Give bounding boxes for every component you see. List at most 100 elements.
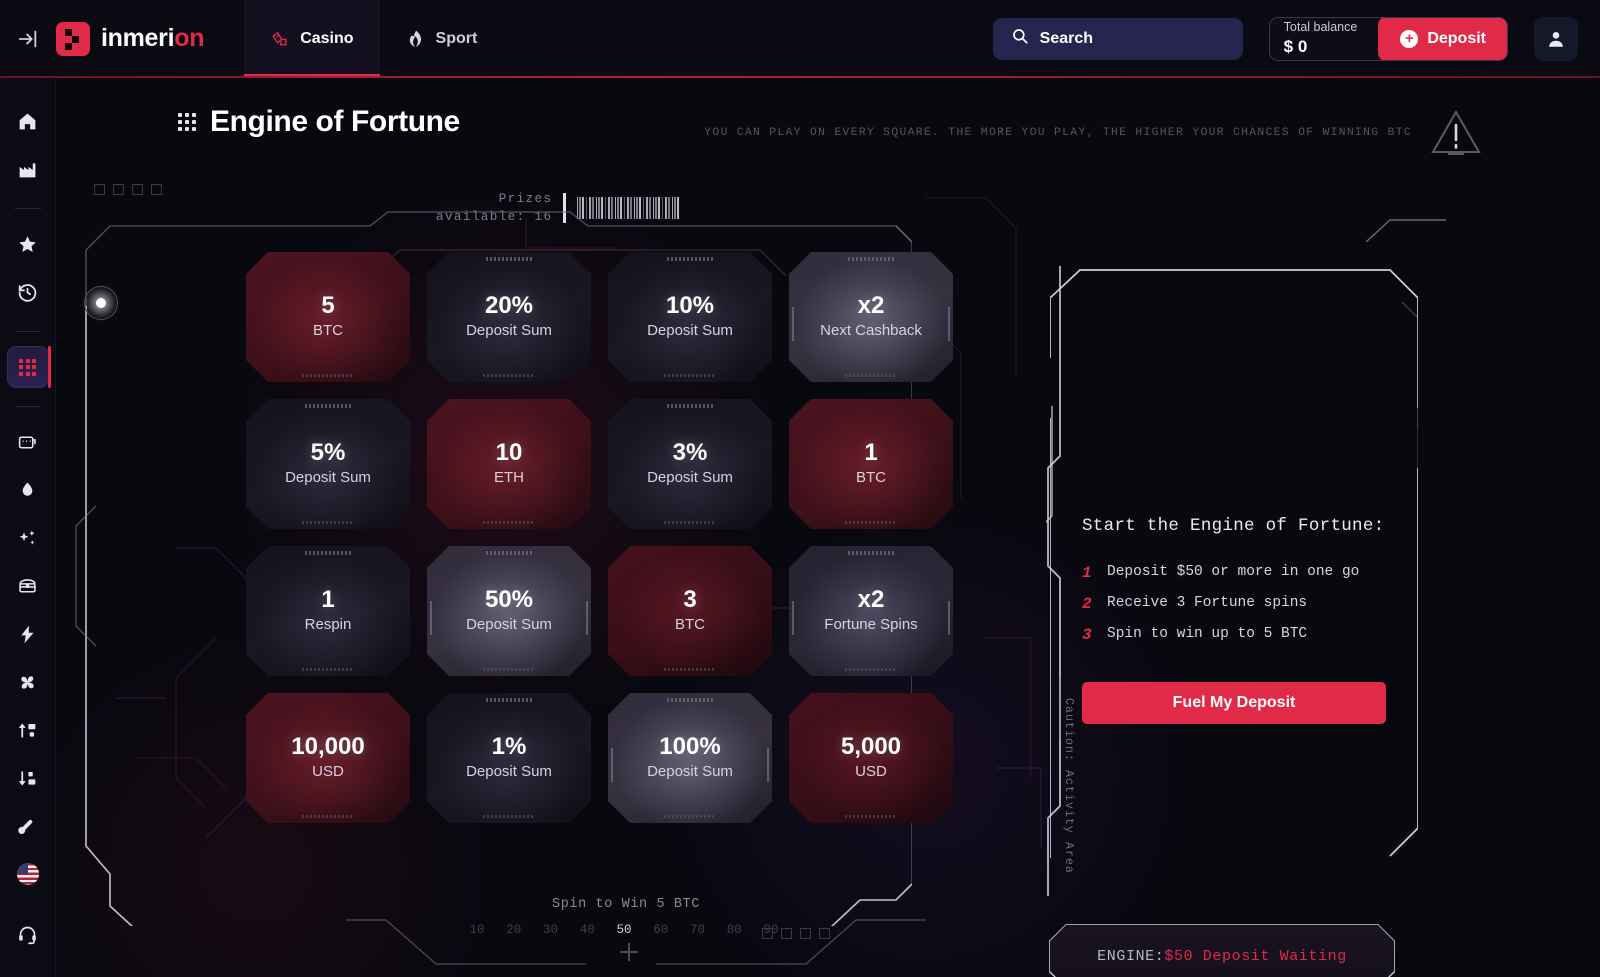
sidebar-item-favorites[interactable] (7, 223, 49, 265)
prize-tile[interactable]: 5 BTC (246, 252, 410, 382)
prize-tile[interactable]: 10% Deposit Sum (608, 252, 772, 382)
sidebar-item-bonus[interactable] (7, 565, 49, 607)
sort-ascending-icon (17, 720, 38, 741)
prize-tile[interactable]: 100% Deposit Sum (608, 693, 772, 823)
sidebar-item-providers[interactable] (7, 148, 49, 190)
sidebar-item-all-games[interactable] (6, 346, 51, 388)
sidebar-item-history[interactable] (7, 271, 49, 313)
gauge-tick: 60 (653, 923, 669, 937)
nav-item-casino[interactable]: Casino (244, 0, 380, 77)
prize-value: 5 (321, 292, 335, 320)
prize-tile[interactable]: 20% Deposit Sum (427, 252, 591, 382)
sidebar-item-home[interactable] (7, 100, 49, 142)
prize-tile[interactable]: 1 Respin (246, 546, 410, 676)
tile-bottom-marker (845, 374, 897, 377)
tile-top-marker (667, 698, 713, 702)
left-sidebar (0, 78, 56, 977)
prize-tile[interactable]: 1% Deposit Sum (427, 693, 591, 823)
tile-top-marker (305, 551, 351, 555)
tile-side-marker (948, 306, 950, 341)
tile-bottom-marker (483, 521, 535, 524)
steps-list: 1 Deposit $50 or more in one go 2 Receive 3… (1082, 558, 1388, 652)
sidebar-item-sort-desc[interactable] (7, 757, 49, 799)
tile-corner-notch (569, 507, 591, 529)
tile-bottom-marker (664, 815, 716, 818)
prize-label: Deposit Sum (647, 763, 733, 781)
prize-label: USD (312, 763, 344, 781)
prize-tile[interactable]: 3% Deposit Sum (608, 399, 772, 529)
tile-side-marker (792, 306, 794, 341)
prize-tile[interactable]: 10 ETH (427, 399, 591, 529)
tile-bottom-marker (845, 668, 897, 671)
fuel-my-deposit-button[interactable]: Fuel My Deposit (1082, 681, 1386, 724)
step-text: Receive 3 Fortune spins (1107, 595, 1308, 612)
prize-value: 3% (672, 439, 708, 467)
sidebar-item-fast-games[interactable] (7, 613, 49, 655)
gauge-tick: 50 (616, 923, 632, 937)
sidebar-item-new[interactable] (7, 517, 49, 559)
gauge-label: Spin to Win 5 BTC (552, 897, 700, 912)
prize-value: 20% (484, 292, 534, 320)
prize-tile[interactable]: x2 Fortune Spins (789, 546, 953, 676)
prize-tile[interactable]: 5% Deposit Sum (246, 399, 410, 529)
sidebar-item-spin[interactable] (7, 661, 49, 703)
prize-tile[interactable]: x2 Next Cashback (789, 252, 953, 382)
prize-value: 10 (495, 439, 523, 467)
sidebar-item-hot[interactable] (7, 469, 49, 511)
sidebar-item-sort-asc[interactable] (7, 709, 49, 751)
deposit-button[interactable]: + Deposit (1378, 17, 1507, 60)
prize-label: Deposit Sum (285, 469, 371, 487)
prize-tile[interactable]: 50% Deposit Sum (427, 546, 591, 676)
gauge-tick-scale: 10 20 30 40 50 60 70 80 90 (464, 923, 784, 937)
barcode-graphic (577, 197, 682, 220)
tile-bottom-marker (483, 668, 535, 671)
brand-logo[interactable]: inmerion (56, 0, 244, 77)
prizes-divider (563, 193, 567, 224)
tile-corner-notch (388, 360, 410, 382)
prize-value: 50% (484, 586, 534, 614)
tile-bottom-marker (664, 668, 716, 671)
sidebar-item-slots[interactable] (7, 421, 49, 463)
main-nav: Casino Sport (244, 0, 503, 77)
fan-spin-icon (17, 672, 38, 693)
prize-tile[interactable]: 10,000 USD (246, 693, 410, 823)
warning-banner: YOU CAN PLAY ON EVERY SQUARE. THE MORE Y… (704, 108, 1482, 158)
step-text: Deposit $50 or more in one go (1107, 564, 1360, 580)
prize-tile[interactable]: 3 BTC (608, 546, 772, 676)
lightning-icon (17, 624, 38, 645)
gauge-tick: 30 (542, 923, 558, 937)
prize-label: Deposit Sum (647, 469, 733, 487)
nav-item-sport[interactable]: Sport (380, 0, 504, 77)
balance-widget: Total balance $ 0 + Deposit (1268, 16, 1508, 61)
tile-corner-notch (931, 507, 953, 529)
prizes-label: Prizes available: 16 (436, 192, 553, 225)
tile-top-marker (486, 257, 532, 261)
prize-value: 10,000 (291, 733, 365, 761)
nav-label-casino: Casino (300, 29, 354, 47)
prize-tile[interactable]: 1 BTC (789, 399, 953, 529)
collapse-sidebar-icon[interactable] (0, 0, 56, 77)
sidebar-item-support[interactable] (7, 913, 49, 955)
engine-status-value: $50 Deposit Waiting (1164, 947, 1347, 965)
tile-bottom-marker (845, 815, 897, 818)
prize-tile[interactable]: 5,000 USD (789, 693, 953, 823)
user-avatar-icon[interactable] (1534, 16, 1578, 61)
tile-bottom-marker (302, 374, 354, 377)
balance-value: $ 0 (1283, 36, 1308, 56)
grid-dots-icon (178, 113, 196, 131)
search-input[interactable]: Search (992, 17, 1243, 60)
flame-icon (17, 480, 38, 501)
panel-title: Start the Engine of Fortune: (1082, 516, 1385, 536)
page-title: Engine of Fortune (178, 105, 460, 139)
sidebar-item-language[interactable] (7, 853, 49, 895)
prize-label: BTC (675, 616, 705, 634)
sidebar-item-promo[interactable] (7, 805, 49, 847)
tile-bottom-marker (664, 374, 716, 377)
tile-corner-notch (388, 801, 410, 823)
total-balance[interactable]: Total balance $ 0 (1270, 18, 1380, 60)
sort-descending-icon (17, 768, 38, 789)
prize-label: BTC (856, 469, 886, 487)
prize-value: 5,000 (840, 733, 902, 761)
engine-status-badge: ENGINE: $50 Deposit Waiting (1050, 925, 1394, 977)
gauge-tick: 10 (469, 923, 485, 937)
